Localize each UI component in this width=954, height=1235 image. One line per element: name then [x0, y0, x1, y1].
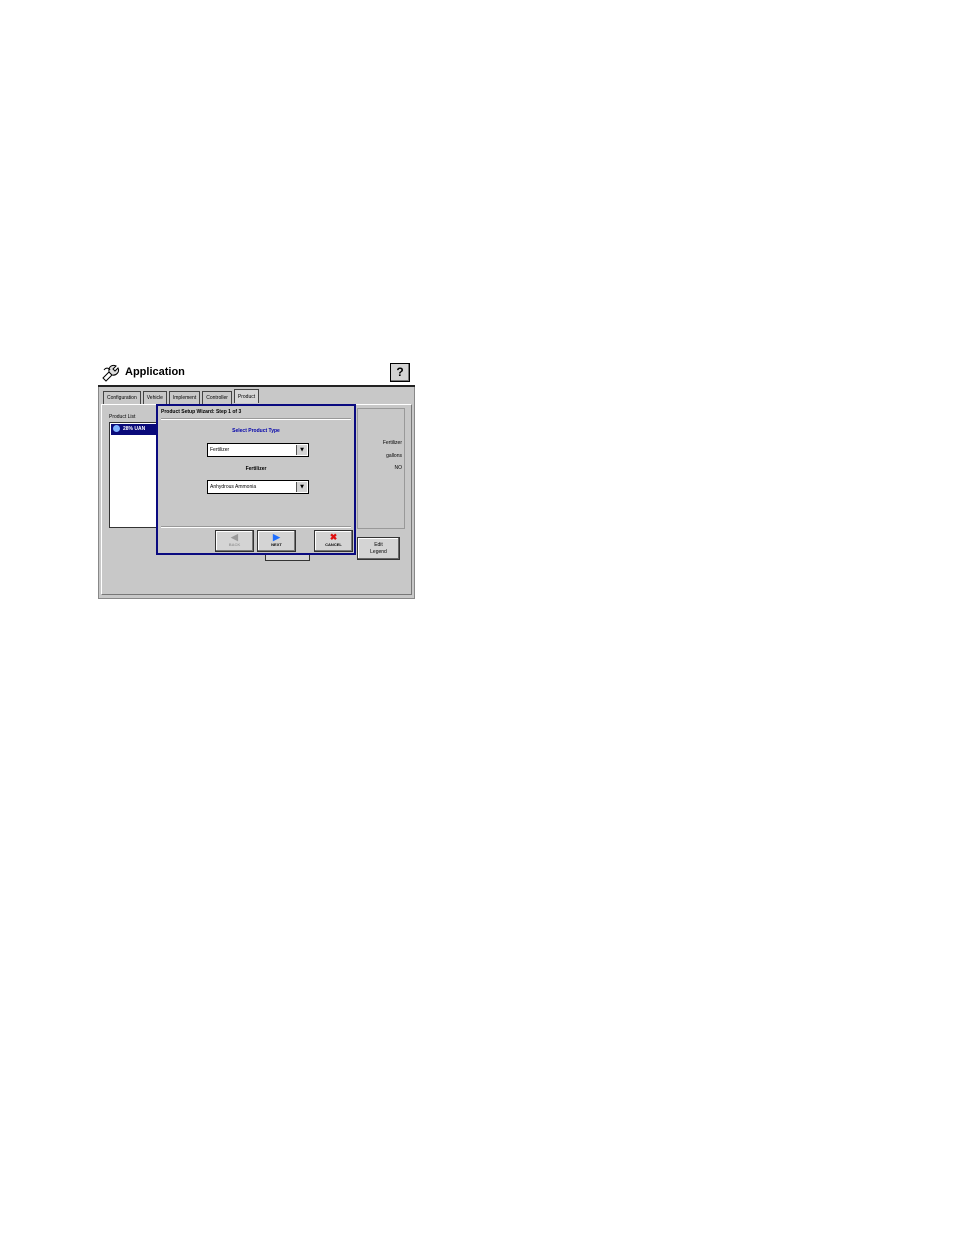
product-type-select-value: Fertilizer — [210, 447, 230, 453]
wrench-hand-icon — [102, 364, 119, 382]
product-units-value: gallons — [386, 453, 402, 459]
wizard-footer-divider — [161, 526, 351, 528]
hidden-button-edge — [265, 555, 310, 561]
tab-implement[interactable]: Implement — [168, 391, 201, 404]
product-category-label: Fertilizer — [245, 466, 267, 472]
wizard-title: Product Setup Wizard: Step 1 of 3 — [161, 409, 242, 415]
cancel-x-icon: ✖ — [329, 532, 338, 542]
product-select-value: Anhydrous Ammonia — [210, 484, 257, 490]
list-item[interactable]: 28% UAN — [111, 424, 157, 435]
tab-configuration[interactable]: Configuration — [103, 391, 141, 404]
title-bar: Application ? — [98, 360, 415, 386]
back-arrow-icon: ◀ — [231, 532, 238, 542]
product-type-select[interactable]: Fertilizer ▼ — [207, 443, 309, 457]
next-arrow-icon: ▶ — [273, 532, 280, 542]
product-setup-wizard: Product Setup Wizard: Step 1 of 3 Select… — [156, 404, 356, 555]
cancel-label: CANCEL — [325, 542, 342, 547]
wizard-divider — [161, 418, 351, 420]
product-type-value: Fertilizer — [382, 440, 402, 446]
help-button[interactable]: ? — [390, 363, 410, 382]
app-title: Application — [125, 366, 185, 378]
dropdown-arrow-icon[interactable]: ▼ — [296, 445, 307, 455]
application-screen: Application ? Configuration Vehicle Impl… — [98, 360, 415, 599]
tab-vehicle[interactable]: Vehicle — [142, 391, 167, 404]
next-button[interactable]: ▶ NEXT — [257, 530, 296, 552]
next-label: NEXT — [271, 542, 282, 547]
product-list[interactable]: 28% UAN — [109, 422, 159, 528]
product-name: 28% UAN — [123, 426, 146, 432]
tab-bar: Configuration Vehicle Implement Controll… — [103, 389, 261, 404]
edit-label: Edit — [374, 542, 383, 548]
wizard-heading: Select Product Type — [232, 428, 280, 434]
back-button[interactable]: ◀ BACK — [215, 530, 254, 552]
dropdown-arrow-icon[interactable]: ▼ — [296, 482, 307, 492]
product-flag-value: NO — [394, 465, 403, 471]
tab-product[interactable]: Product — [233, 389, 260, 403]
product-list-label: Product List — [109, 414, 136, 420]
cancel-button[interactable]: ✖ CANCEL — [314, 530, 353, 552]
back-label: BACK — [228, 542, 241, 547]
tab-controller[interactable]: Controller — [202, 391, 232, 404]
legend-label: Legend — [370, 549, 387, 555]
globe-icon — [113, 425, 120, 433]
edit-legend-button[interactable]: Edit Legend — [357, 537, 400, 560]
product-select[interactable]: Anhydrous Ammonia ▼ — [207, 480, 309, 494]
